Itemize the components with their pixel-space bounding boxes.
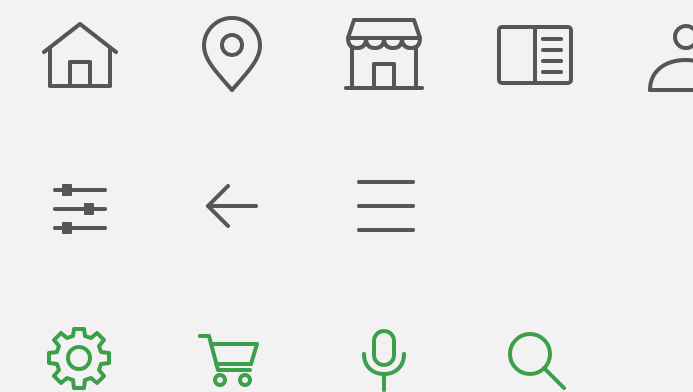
book-open-icon — [497, 25, 573, 85]
home-icon — [42, 22, 118, 88]
gear-icon — [47, 327, 111, 390]
sliders-icon — [53, 184, 107, 234]
arrow-left-icon — [206, 184, 258, 228]
store-icon — [344, 18, 424, 90]
hamburger-menu-icon — [357, 180, 415, 232]
user-icon — [648, 24, 693, 92]
search-icon[interactable] — [506, 330, 568, 390]
location-pin-icon — [202, 16, 262, 92]
cart-icon — [198, 334, 259, 387]
microphone-icon — [362, 329, 406, 392]
